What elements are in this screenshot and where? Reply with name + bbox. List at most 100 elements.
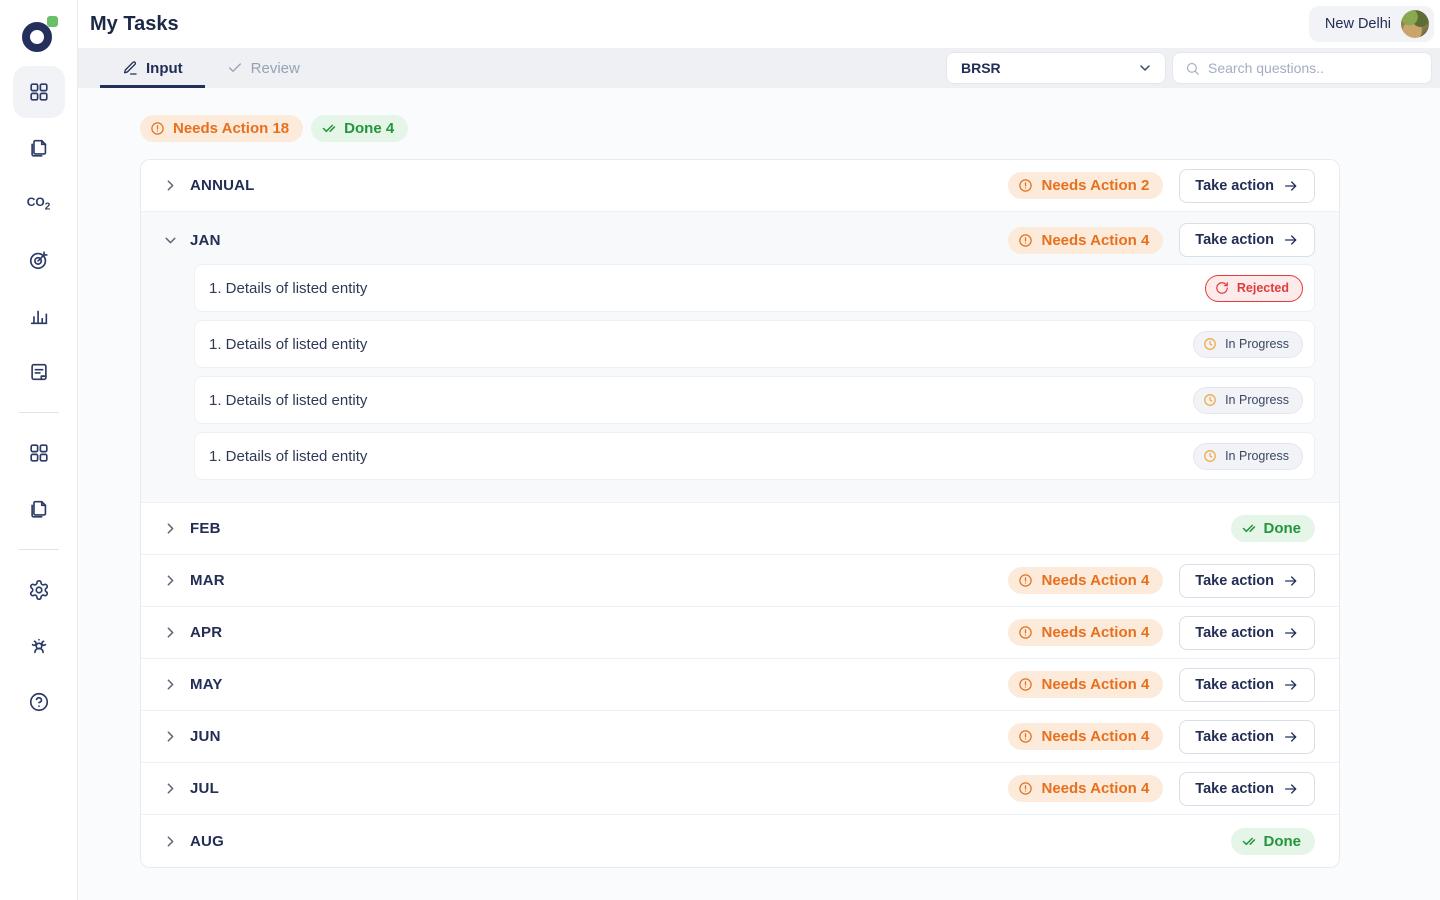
logo-ring-icon	[21, 22, 52, 52]
question-row[interactable]: 1. Details of listed entity In Progress	[194, 376, 1315, 424]
alert-circle-icon	[1018, 677, 1033, 692]
chevron-right-icon[interactable]	[161, 624, 179, 642]
targets-icon[interactable]	[13, 234, 65, 286]
take-action-button[interactable]: Take action	[1179, 615, 1315, 650]
location-button[interactable]: New Delhi	[1308, 6, 1434, 42]
clock-icon	[1203, 337, 1217, 351]
alert-circle-icon	[1018, 573, 1033, 588]
question-text: 1. Details of listed entity	[209, 335, 368, 353]
reports-icon[interactable]	[13, 346, 65, 398]
question-row[interactable]: 1. Details of listed entity Rejected	[194, 264, 1315, 312]
take-action-button[interactable]: Take action	[1179, 667, 1315, 702]
analytics-icon[interactable]	[13, 290, 65, 342]
check-icon	[228, 63, 241, 72]
chevron-right-icon[interactable]	[161, 520, 179, 538]
summary-badges: Needs Action 18 Done 4	[140, 115, 1440, 142]
rejected-status-badge: Rejected	[1204, 274, 1303, 302]
tab-review[interactable]: Review	[205, 48, 322, 88]
dashboard-icon[interactable]	[12, 66, 65, 118]
needs-action-badge: Needs Action 4	[1008, 226, 1164, 254]
logo-dot-icon	[46, 16, 58, 27]
needs-action-badge-label: Needs Action 4	[1041, 676, 1150, 693]
arrow-right-icon	[1283, 178, 1299, 194]
chevron-right-icon[interactable]	[161, 780, 179, 798]
search-input[interactable]	[1208, 60, 1421, 76]
section-row-jan[interactable]: JAN Needs Action 4 Take action	[141, 212, 1339, 262]
chevron-right-icon[interactable]	[161, 177, 179, 195]
section-row-annual[interactable]: ANNUAL Needs Action 2 Take action	[141, 160, 1339, 212]
page-title: My Tasks	[90, 12, 179, 35]
chevron-right-icon[interactable]	[161, 676, 179, 694]
brand-logo	[21, 16, 58, 52]
app-root: CO2 My Tasks New Delhi Input Review BRSR…	[0, 0, 1440, 900]
double-check-icon	[1241, 834, 1256, 849]
question-list: 1. Details of listed entity Rejected 1. De…	[141, 262, 1339, 502]
double-check-icon	[1241, 521, 1256, 536]
clock-icon	[1203, 449, 1217, 463]
top-header: My Tasks New Delhi	[78, 0, 1440, 48]
location-label: New Delhi	[1324, 16, 1391, 32]
alert-circle-icon	[151, 122, 164, 135]
take-action-label: Take action	[1195, 624, 1274, 641]
take-action-label: Take action	[1195, 572, 1274, 589]
in-progress-status-badge: In Progress	[1193, 330, 1303, 358]
framework-select-value: BRSR	[961, 60, 1001, 76]
documents-icon[interactable]	[13, 122, 65, 174]
framework-select[interactable]: BRSR	[946, 52, 1166, 84]
status-label: In Progress	[1225, 393, 1289, 407]
take-action-button[interactable]: Take action	[1179, 719, 1315, 754]
in-progress-status-badge: In Progress	[1193, 442, 1303, 470]
question-row[interactable]: 1. Details of listed entity In Progress	[194, 432, 1315, 480]
section-row-feb[interactable]: FEB Done	[141, 503, 1339, 555]
tab-input-label: Input	[146, 59, 183, 77]
apps-icon[interactable]	[13, 427, 65, 479]
pencil-icon	[124, 61, 137, 75]
alert-circle-icon	[1018, 233, 1033, 248]
question-text: 1. Details of listed entity	[209, 447, 368, 465]
content-area: Needs Action 18 Done 4 ANNUAL Needs Actio…	[78, 88, 1440, 900]
done-summary-label: Done 4	[344, 120, 395, 137]
tab-input[interactable]: Input	[100, 48, 205, 88]
section-row-may[interactable]: MAY Needs Action 4 Take action	[141, 659, 1339, 711]
search-field	[1172, 52, 1432, 84]
arrow-right-icon	[1283, 625, 1299, 641]
arrow-right-icon	[1283, 781, 1299, 797]
take-action-label: Take action	[1195, 780, 1274, 797]
section-label: MAY	[190, 676, 223, 693]
section-annual: ANNUAL Needs Action 2 Take action	[141, 160, 1339, 212]
help-icon[interactable]	[13, 676, 65, 728]
take-action-button[interactable]: Take action	[1179, 168, 1315, 203]
avatar[interactable]	[1401, 10, 1429, 38]
status-label: In Progress	[1225, 337, 1289, 351]
needs-action-badge: Needs Action 4	[1008, 619, 1164, 646]
section-row-aug[interactable]: AUG Done	[141, 815, 1339, 867]
chevron-right-icon[interactable]	[161, 572, 179, 590]
chevron-right-icon[interactable]	[161, 728, 179, 746]
arrow-right-icon	[1283, 232, 1299, 248]
take-action-button[interactable]: Take action	[1179, 223, 1315, 257]
alert-circle-icon	[1018, 781, 1033, 796]
team-icon[interactable]	[13, 620, 65, 672]
section-jul: JUL Needs Action 4 Take action	[141, 763, 1339, 815]
section-row-jun[interactable]: JUN Needs Action 4 Take action	[141, 711, 1339, 763]
chevron-right-icon[interactable]	[161, 832, 179, 850]
take-action-button[interactable]: Take action	[1179, 563, 1315, 598]
take-action-label: Take action	[1195, 676, 1274, 693]
question-row[interactable]: 1. Details of listed entity In Progress	[194, 320, 1315, 368]
take-action-label: Take action	[1195, 177, 1274, 194]
needs-action-summary-label: Needs Action 18	[173, 120, 290, 137]
section-row-jul[interactable]: JUL Needs Action 4 Take action	[141, 763, 1339, 815]
take-action-button[interactable]: Take action	[1179, 771, 1315, 806]
co2-icon[interactable]: CO2	[13, 178, 65, 230]
files-icon[interactable]	[13, 483, 65, 535]
tab-bar: Input Review BRSR	[78, 48, 1440, 88]
chevron-down-icon[interactable]	[161, 231, 179, 249]
chevron-down-icon	[1137, 60, 1153, 76]
settings-icon[interactable]	[13, 564, 65, 616]
main-area: My Tasks New Delhi Input Review BRSR Sea…	[78, 0, 1440, 900]
done-summary-badge: Done 4	[311, 115, 409, 142]
section-label: FEB	[190, 520, 221, 537]
section-label: MAR	[190, 572, 225, 589]
section-row-apr[interactable]: APR Needs Action 4 Take action	[141, 607, 1339, 659]
section-row-mar[interactable]: MAR Needs Action 4 Take action	[141, 555, 1339, 607]
